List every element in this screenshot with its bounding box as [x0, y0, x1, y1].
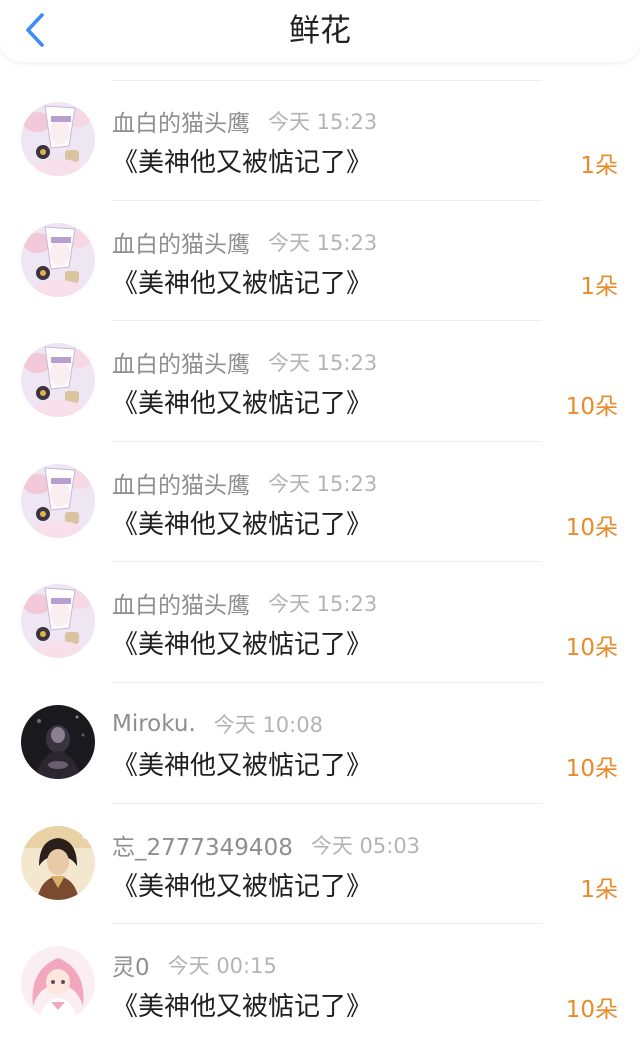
username[interactable]: 血白的猫头鹰 [112, 466, 250, 500]
flower-count: 10朵 [565, 394, 618, 421]
book-title[interactable]: 《美神他又被惦记了》 [112, 624, 372, 661]
username[interactable]: 血白的猫头鹰 [112, 225, 250, 259]
flowers-page: 鲜花 血白的猫头鹰 今天 15:23 《美神他又被惦记了》 1朵 血白的猫头鹰 … [0, 0, 640, 1044]
username[interactable]: 血白的猫头鹰 [112, 586, 250, 620]
user-avatar[interactable] [21, 222, 95, 297]
record-meta: 忘_2777349408 今天 05:03 [112, 829, 420, 861]
user-avatar[interactable] [21, 463, 95, 538]
user-avatar[interactable] [21, 102, 95, 176]
list-item[interactable]: 血白的猫头鹰 今天 15:23 《美神他又被惦记了》 1朵 [0, 201, 640, 322]
book-title[interactable]: 《美神他又被惦记了》 [112, 866, 372, 903]
flower-count: 10朵 [565, 997, 618, 1024]
list-item[interactable]: 血白的猫头鹰 今天 15:23 《美神他又被惦记了》 10朵 [0, 321, 640, 442]
user-avatar[interactable] [21, 584, 95, 659]
flower-count: 1朵 [580, 273, 618, 300]
list-item[interactable]: 灵0 今天 00:15 《美神他又被惦记了》 10朵 [0, 924, 640, 1044]
username[interactable]: 血白的猫头鹰 [112, 104, 250, 138]
flower-count: 10朵 [565, 514, 618, 541]
record-meta: 血白的猫头鹰 今天 15:23 [112, 105, 377, 137]
timestamp: 今天 15:23 [268, 592, 378, 617]
user-avatar[interactable] [21, 704, 95, 779]
book-title[interactable]: 《美神他又被惦记了》 [112, 745, 372, 782]
user-avatar[interactable] [21, 825, 95, 900]
record-meta: 血白的猫头鹰 今天 15:23 [112, 226, 377, 258]
book-title[interactable]: 《美神他又被惦记了》 [112, 504, 372, 541]
page-title: 鲜花 [289, 13, 351, 49]
user-avatar[interactable] [21, 343, 95, 418]
record-meta: 血白的猫头鹰 今天 15:23 [112, 587, 377, 619]
flower-count: 1朵 [580, 153, 618, 179]
timestamp: 今天 05:03 [310, 833, 421, 858]
record-meta: Miroku. 今天 10:08 [112, 708, 323, 740]
timestamp: 今天 15:23 [268, 351, 378, 376]
user-avatar[interactable] [21, 946, 95, 1021]
timestamp: 今天 15:23 [268, 110, 378, 134]
book-title[interactable]: 《美神他又被惦记了》 [112, 986, 372, 1023]
record-meta: 灵0 今天 00:15 [112, 949, 277, 981]
list-item[interactable]: 忘_2777349408 今天 05:03 《美神他又被惦记了》 1朵 [0, 804, 640, 925]
book-title[interactable]: 《美神他又被惦记了》 [112, 263, 372, 300]
flower-count: 10朵 [565, 635, 618, 662]
record-meta: 血白的猫头鹰 今天 15:23 [112, 346, 377, 378]
timestamp: 今天 15:23 [268, 471, 378, 496]
flower-count: 10朵 [565, 755, 618, 782]
username[interactable]: 血白的猫头鹰 [112, 345, 250, 379]
timestamp: 今天 15:23 [268, 230, 378, 255]
list-item[interactable]: 血白的猫头鹰 今天 15:23 《美神他又被惦记了》 10朵 [0, 562, 640, 683]
username[interactable]: 忘_2777349408 [112, 828, 293, 862]
list-item[interactable]: Miroku. 今天 10:08 《美神他又被惦记了》 10朵 [0, 683, 640, 804]
username[interactable]: Miroku. [112, 711, 196, 737]
header-bar: 鲜花 [0, 0, 640, 62]
flower-record-list: 血白的猫头鹰 今天 15:23 《美神他又被惦记了》 1朵 血白的猫头鹰 今天 … [0, 80, 640, 1044]
record-meta: 血白的猫头鹰 今天 15:23 [112, 467, 377, 499]
timestamp: 今天 10:08 [213, 712, 323, 737]
list-item[interactable]: 血白的猫头鹰 今天 15:23 《美神他又被惦记了》 1朵 [0, 80, 640, 201]
flower-count: 1朵 [580, 876, 618, 903]
book-title[interactable]: 《美神他又被惦记了》 [112, 383, 372, 420]
list-item[interactable]: 血白的猫头鹰 今天 15:23 《美神他又被惦记了》 10朵 [0, 442, 640, 563]
book-title[interactable]: 《美神他又被惦记了》 [112, 142, 372, 179]
timestamp: 今天 00:15 [167, 954, 277, 979]
username[interactable]: 灵0 [112, 948, 150, 982]
